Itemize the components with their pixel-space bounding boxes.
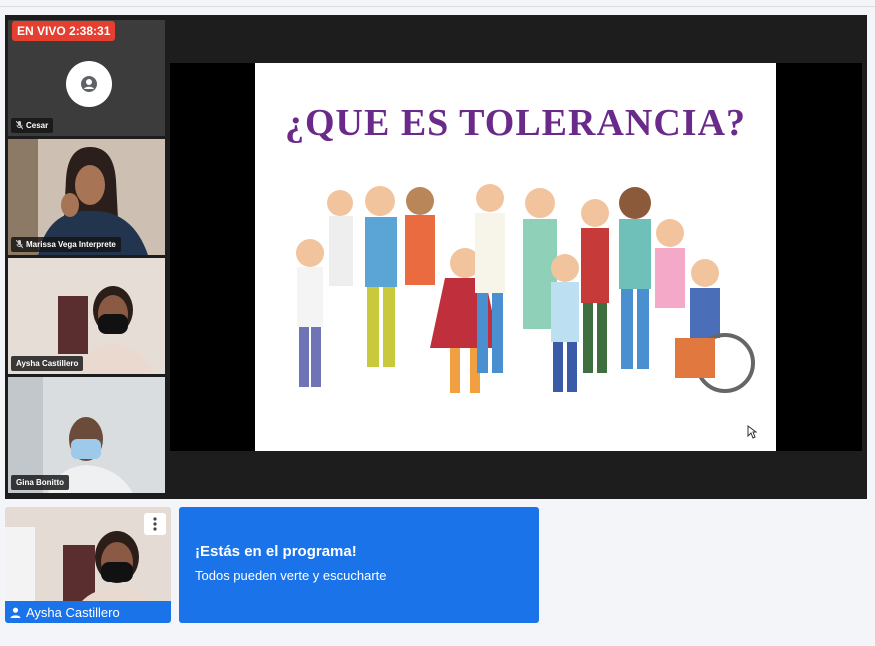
on-air-banner: ¡Estás en el programa! Todos pueden vert… (179, 507, 539, 623)
participant-name: Cesar (11, 118, 54, 133)
participant-tile-aysha[interactable]: Aysha Castillero (8, 258, 165, 374)
stage: EN VIVO 2:38:31 Cesar Marissa Vega Inter… (5, 15, 867, 499)
slide-title: ¿QUE ES TOLERANCIA? (284, 102, 747, 144)
participant-name: Gina Bonitto (11, 475, 69, 490)
slide-illustration (296, 184, 755, 393)
more-options-button[interactable] (144, 513, 166, 535)
presentation-view[interactable]: ¿QUE ES TOLERANCIA? (170, 63, 862, 451)
mic-off-icon (16, 121, 23, 130)
participant-name: Marissa Vega Interprete (11, 237, 121, 252)
children-illustration (296, 184, 755, 393)
self-view-tile[interactable]: Aysha Castillero (5, 507, 171, 623)
person-icon (10, 607, 21, 618)
live-badge: EN VIVO 2:38:31 (12, 21, 116, 41)
avatar (66, 61, 112, 107)
more-vert-icon (153, 517, 157, 531)
person-icon (81, 76, 97, 92)
participant-tile-marissa[interactable]: Marissa Vega Interprete (8, 139, 165, 255)
participant-name: Aysha Castillero (11, 356, 84, 371)
participant-tile-gina[interactable]: Gina Bonitto (8, 377, 165, 493)
banner-title: ¡Estás en el programa! (195, 543, 357, 560)
self-name-bar: Aysha Castillero (5, 601, 171, 623)
slide: ¿QUE ES TOLERANCIA? (255, 63, 776, 451)
banner-subtitle: Todos pueden verte y escucharte (195, 568, 387, 583)
mic-off-icon (16, 240, 23, 249)
cursor-icon (747, 425, 757, 439)
participants-sidebar: EN VIVO 2:38:31 Cesar Marissa Vega Inter… (5, 15, 170, 499)
